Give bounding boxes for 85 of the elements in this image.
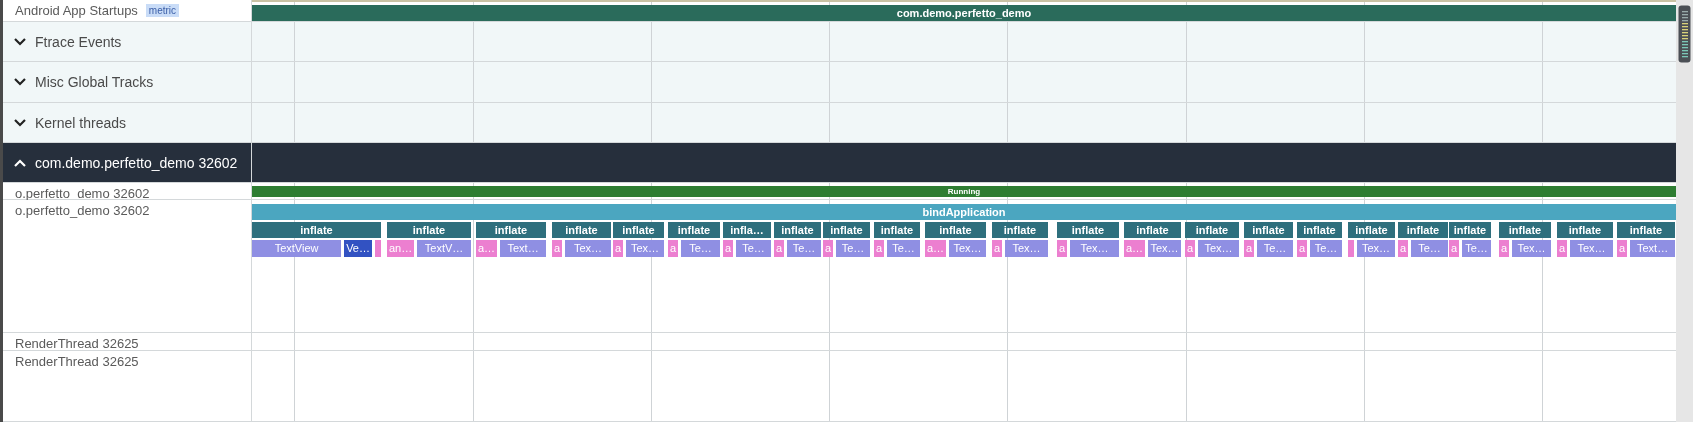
slice[interactable]: a [774,240,785,257]
slice[interactable]: infla… [723,222,771,238]
slice[interactable]: inflate [925,222,986,238]
slice[interactable]: Ve… [344,240,372,257]
slice[interactable]: inflate [1348,222,1395,238]
slice[interactable]: inflate [1398,222,1448,238]
slice[interactable]: a [992,240,1003,257]
slice[interactable]: a… [1124,240,1146,257]
slice[interactable]: inflate [774,222,821,238]
slice[interactable]: Tex… [1357,240,1395,257]
slice[interactable]: a [1499,240,1510,257]
slice[interactable]: a [1057,240,1068,257]
slice[interactable]: Tex… [949,240,986,257]
track-name: com.demo.perfetto_demo 32602 [35,154,238,171]
chevron-down-icon[interactable] [13,77,27,87]
slice[interactable]: Tex… [1148,240,1181,257]
track-name: o.perfetto_demo 32602 [15,203,150,218]
slice[interactable]: Tex… [1070,240,1119,257]
slice[interactable]: inflate [476,222,546,238]
slice[interactable]: TextV… [417,240,471,257]
slice[interactable]: Te… [787,240,821,257]
track-name: RenderThread 32625 [15,336,139,351]
slice[interactable]: inflate [1244,222,1293,238]
slice[interactable]: Text… [1630,240,1675,257]
slice[interactable]: Te… [681,240,720,257]
slice[interactable]: Tex… [626,240,664,257]
slice[interactable]: inflate [1297,222,1342,238]
slice[interactable]: Text… [500,240,546,257]
slice[interactable]: inflate [613,222,664,238]
track-name: Kernel threads [35,114,127,131]
slice[interactable]: Tex… [1198,240,1239,257]
slice[interactable]: Tex… [1570,240,1613,257]
slice[interactable]: a [1297,240,1308,257]
slice[interactable]: Tex… [565,240,611,257]
slice[interactable]: a [1398,240,1409,257]
slice[interactable]: inflate [1499,222,1551,238]
slice[interactable]: inflate [1617,222,1675,238]
slice[interactable]: a [823,240,834,257]
slice[interactable]: Tex… [1512,240,1551,257]
track-name: Misc Global Tracks [35,74,154,90]
slice[interactable]: an… [387,240,415,257]
slice[interactable]: a [723,240,734,257]
slice[interactable]: a [552,240,563,257]
track-name: RenderThread 32625 [15,354,139,369]
slice[interactable]: inflate [252,222,381,238]
state-slice[interactable]: Running [252,186,1676,197]
slice[interactable]: inflate [552,222,611,238]
slice[interactable]: inflate [387,222,471,238]
slice[interactable]: inflate [1124,222,1181,238]
chevron-up-icon[interactable] [13,157,27,168]
metric-tag: metric [145,4,180,17]
slice[interactable]: Te… [1310,240,1342,257]
slice[interactable]: inflate [1185,222,1239,238]
slice[interactable]: a [668,240,679,257]
slice[interactable]: a [613,240,624,257]
slice[interactable]: a [1244,240,1255,257]
slice[interactable]: a [1449,240,1460,257]
slice[interactable]: inflate [1057,222,1119,238]
slice[interactable]: inflate [1557,222,1613,238]
slice[interactable]: inflate [823,222,870,238]
chevron-down-icon[interactable] [13,117,27,128]
slice[interactable]: a… [925,240,947,257]
slice[interactable]: inflate [874,222,920,238]
slice[interactable]: Te… [1257,240,1293,257]
slice[interactable]: Te… [736,240,771,257]
slice[interactable]: a [1617,240,1628,257]
slice[interactable]: a [1557,240,1568,257]
chevron-down-icon[interactable] [13,36,27,47]
scrollbar-thumb[interactable] [1678,5,1691,63]
slice[interactable]: bindApplication [252,204,1676,220]
slice[interactable]: a… [476,240,498,257]
slice[interactable]: inflate [1449,222,1491,238]
slice[interactable]: Te… [836,240,870,257]
slice[interactable]: Te… [1462,240,1491,257]
track-name: Android App Startups [15,3,138,18]
slice[interactable]: a [874,240,885,257]
track-name: Ftrace Events [35,33,122,50]
slice[interactable]: TextView [252,240,342,257]
slice[interactable]: a [1185,240,1196,257]
slice[interactable]: Te… [1411,240,1448,257]
slice[interactable]: inflate [992,222,1048,238]
slice[interactable]: inflate [668,222,720,238]
slice[interactable]: Te… [887,240,920,257]
slice[interactable]: com.demo.perfetto_demo [252,5,1676,21]
slice[interactable]: Tex… [1005,240,1048,257]
